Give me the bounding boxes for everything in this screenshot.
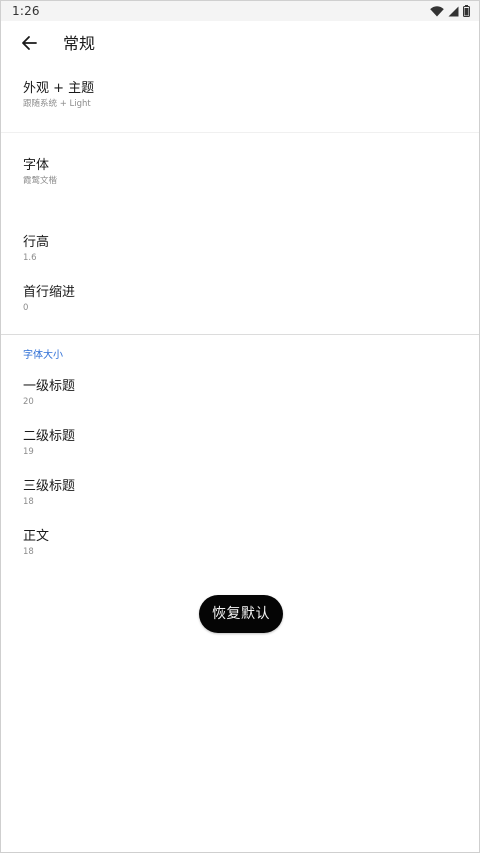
setting-label: 外观 + 主题	[23, 81, 95, 96]
setting-label: 行高	[23, 235, 50, 250]
setting-label: 二级标题	[23, 429, 76, 444]
restore-defaults-button[interactable]: 恢复默认	[199, 595, 283, 633]
setting-value: 18	[23, 547, 34, 557]
divider	[1, 132, 479, 133]
status-time: 1:26	[12, 4, 40, 18]
status-bar: 1:26	[1, 1, 479, 21]
setting-body-text-size[interactable]: 正文 18	[23, 528, 453, 564]
setting-label: 字体	[23, 158, 50, 173]
setting-line-height[interactable]: 行高 1.6	[23, 234, 453, 270]
setting-value: 跟随系统 + Light	[23, 99, 91, 109]
setting-value: 20	[23, 397, 34, 407]
setting-value: 19	[23, 447, 34, 457]
setting-font[interactable]: 字体 霞鹜文楷	[23, 157, 453, 193]
setting-label: 正文	[23, 529, 50, 544]
app-bar: 常规	[1, 21, 479, 67]
setting-appearance-theme[interactable]: 外观 + 主题 跟随系统 + Light	[23, 80, 453, 116]
setting-label: 一级标题	[23, 379, 76, 394]
setting-heading-3-size[interactable]: 三级标题 18	[23, 478, 453, 514]
section-divider	[1, 334, 479, 335]
setting-label: 三级标题	[23, 479, 76, 494]
battery-icon	[463, 5, 470, 17]
wifi-icon	[430, 5, 444, 17]
back-button[interactable]	[17, 33, 41, 57]
status-icons	[430, 4, 470, 18]
setting-value: 18	[23, 497, 34, 507]
setting-first-line-indent[interactable]: 首行缩进 0	[23, 284, 453, 320]
app-window: 1:26 常规 外观 + 主题 跟随系统 + Light 字体 霞鹜文楷 行高 …	[0, 0, 480, 853]
setting-heading-2-size[interactable]: 二级标题 19	[23, 428, 453, 464]
setting-value: 0	[23, 303, 29, 313]
setting-value: 1.6	[23, 253, 37, 263]
setting-value: 霞鹜文楷	[23, 176, 58, 186]
page-title: 常规	[63, 34, 96, 53]
setting-heading-1-size[interactable]: 一级标题 20	[23, 378, 453, 414]
arrow-left-icon	[21, 35, 37, 55]
section-header-font-size: 字体大小	[23, 350, 63, 361]
cellular-signal-icon	[448, 6, 459, 17]
setting-label: 首行缩进	[23, 285, 76, 300]
